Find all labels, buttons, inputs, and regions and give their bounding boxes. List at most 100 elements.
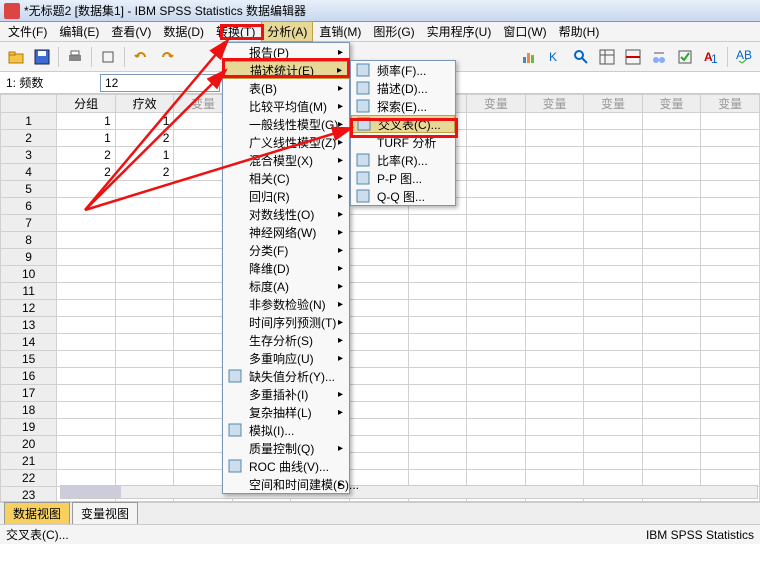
- cell[interactable]: 1: [57, 130, 116, 147]
- cell[interactable]: [642, 436, 701, 453]
- cell[interactable]: [115, 232, 174, 249]
- cell[interactable]: [57, 198, 116, 215]
- menu-0[interactable]: 文件(F): [2, 21, 53, 42]
- menu-item[interactable]: 描述统计(E)▸: [223, 61, 349, 79]
- cell[interactable]: [584, 164, 643, 181]
- menu-5[interactable]: 分析(A): [261, 21, 313, 42]
- cell[interactable]: [584, 334, 643, 351]
- cell[interactable]: [467, 385, 526, 402]
- cell[interactable]: [115, 385, 174, 402]
- cell[interactable]: [57, 317, 116, 334]
- cell[interactable]: [350, 283, 409, 300]
- cell[interactable]: [350, 419, 409, 436]
- cell[interactable]: [57, 266, 116, 283]
- cell[interactable]: [584, 147, 643, 164]
- cell[interactable]: [57, 402, 116, 419]
- cell[interactable]: [584, 215, 643, 232]
- cell[interactable]: [642, 419, 701, 436]
- cell[interactable]: [408, 470, 467, 487]
- cell[interactable]: [408, 351, 467, 368]
- cell[interactable]: [350, 402, 409, 419]
- cell[interactable]: [350, 351, 409, 368]
- row-header[interactable]: 7: [1, 215, 57, 232]
- menu-item[interactable]: 频率(F)...: [351, 61, 455, 79]
- cell[interactable]: [701, 266, 760, 283]
- row-header[interactable]: 15: [1, 351, 57, 368]
- cell[interactable]: [701, 317, 760, 334]
- cell[interactable]: [701, 198, 760, 215]
- menu-item[interactable]: 复杂抽样(L)▸: [223, 403, 349, 421]
- cell[interactable]: [115, 266, 174, 283]
- cell[interactable]: [408, 453, 467, 470]
- cell[interactable]: [115, 368, 174, 385]
- spellcheck-icon[interactable]: ABC: [732, 45, 756, 69]
- cell[interactable]: [525, 385, 584, 402]
- row-header[interactable]: 20: [1, 436, 57, 453]
- col-header[interactable]: 变量: [701, 95, 760, 113]
- cell[interactable]: [642, 317, 701, 334]
- menu-item[interactable]: 神经网络(W)▸: [223, 223, 349, 241]
- cell[interactable]: [642, 470, 701, 487]
- col-header[interactable]: 变量: [584, 95, 643, 113]
- cell[interactable]: [57, 351, 116, 368]
- cell[interactable]: [467, 215, 526, 232]
- menu-item[interactable]: 模拟(I)...: [223, 421, 349, 439]
- recall-icon[interactable]: [96, 45, 120, 69]
- menu-item[interactable]: 比较平均值(M)▸: [223, 97, 349, 115]
- cell[interactable]: 2: [115, 130, 174, 147]
- cell[interactable]: [701, 232, 760, 249]
- cell[interactable]: [525, 402, 584, 419]
- menu-item[interactable]: TURF 分析: [351, 133, 455, 151]
- cell[interactable]: [584, 436, 643, 453]
- cell[interactable]: [701, 402, 760, 419]
- cell[interactable]: [525, 436, 584, 453]
- tab-1[interactable]: 变量视图: [72, 502, 138, 524]
- cell[interactable]: [642, 334, 701, 351]
- cell[interactable]: [701, 181, 760, 198]
- cell[interactable]: [408, 283, 467, 300]
- cell[interactable]: [525, 232, 584, 249]
- row-header[interactable]: 6: [1, 198, 57, 215]
- cell[interactable]: [467, 232, 526, 249]
- menu-2[interactable]: 查看(V): [105, 21, 157, 42]
- cell[interactable]: [701, 368, 760, 385]
- cell[interactable]: [525, 334, 584, 351]
- cell[interactable]: [57, 334, 116, 351]
- menu-item[interactable]: 分类(F)▸: [223, 241, 349, 259]
- cell[interactable]: [525, 181, 584, 198]
- cell[interactable]: [642, 232, 701, 249]
- row-header[interactable]: 18: [1, 402, 57, 419]
- menu-item[interactable]: 时间序列预测(T)▸: [223, 313, 349, 331]
- cell[interactable]: [57, 453, 116, 470]
- menu-item[interactable]: Q-Q 图...: [351, 187, 455, 205]
- cell[interactable]: [350, 453, 409, 470]
- cell-value-input[interactable]: 12: [100, 74, 220, 92]
- menu-item[interactable]: 表(B)▸: [223, 79, 349, 97]
- row-header[interactable]: 9: [1, 249, 57, 266]
- cell[interactable]: [57, 181, 116, 198]
- cell[interactable]: [701, 283, 760, 300]
- cell[interactable]: [584, 283, 643, 300]
- cell[interactable]: [525, 300, 584, 317]
- cell[interactable]: [642, 266, 701, 283]
- cell[interactable]: [115, 317, 174, 334]
- cell[interactable]: [408, 334, 467, 351]
- row-header[interactable]: 21: [1, 453, 57, 470]
- cell[interactable]: 2: [57, 164, 116, 181]
- row-header[interactable]: 8: [1, 232, 57, 249]
- cell[interactable]: [584, 300, 643, 317]
- row-header[interactable]: 11: [1, 283, 57, 300]
- menu-item[interactable]: 缺失值分析(Y)...: [223, 367, 349, 385]
- cell[interactable]: [525, 164, 584, 181]
- menu-item[interactable]: 对数线性(O)▸: [223, 205, 349, 223]
- cell[interactable]: [467, 181, 526, 198]
- menu-item[interactable]: 描述(D)...: [351, 79, 455, 97]
- cell[interactable]: [642, 249, 701, 266]
- insert-case-icon[interactable]: [621, 45, 645, 69]
- cell[interactable]: [701, 334, 760, 351]
- h-scrollbar[interactable]: [60, 485, 758, 499]
- row-header[interactable]: 23: [1, 487, 57, 503]
- cell[interactable]: [584, 130, 643, 147]
- col-header[interactable]: 变量: [525, 95, 584, 113]
- cell[interactable]: [350, 436, 409, 453]
